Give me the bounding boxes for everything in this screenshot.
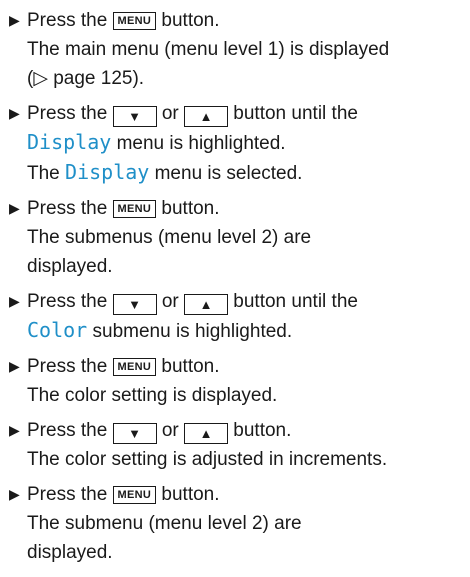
down-arrow-key-icon: ▼ bbox=[112, 423, 157, 444]
bullet-arrow-icon: ▶ bbox=[9, 105, 20, 121]
step-text: Press the bbox=[27, 420, 108, 441]
result-text: displayed. bbox=[27, 256, 113, 277]
down-arrow-key-icon: ▼ bbox=[112, 294, 157, 315]
step-text: button until the bbox=[233, 291, 358, 312]
result-text: The submenus (menu level 2) are bbox=[27, 227, 312, 248]
bullet-arrow-icon: ▶ bbox=[9, 12, 20, 28]
step-text: Press the bbox=[27, 356, 108, 377]
bullet-arrow-icon: ▶ bbox=[9, 293, 20, 309]
up-arrow-key-icon: ▲ bbox=[184, 106, 229, 127]
step-text: Press the bbox=[27, 198, 108, 219]
up-arrow-key-icon: ▲ bbox=[184, 294, 229, 315]
instruction-list: ▶ Press the MENU button. The main menu (… bbox=[0, 0, 470, 567]
step-5: ▶ Press the MENU button. The color setti… bbox=[9, 352, 462, 410]
step-2: ▶ Press the ▼ or ▲ button until the Disp… bbox=[9, 99, 462, 188]
step-text: button. bbox=[233, 420, 292, 441]
step-text: or bbox=[161, 420, 179, 441]
result-text: displayed. bbox=[27, 542, 113, 563]
step-text: button. bbox=[161, 484, 220, 505]
result-text: menu is selected. bbox=[154, 163, 303, 184]
result-text: The bbox=[27, 163, 60, 184]
step-text: Press the bbox=[27, 103, 108, 124]
step-text: menu is highlighted. bbox=[116, 133, 286, 154]
step-7: ▶ Press the MENU button. The submenu (me… bbox=[9, 480, 462, 567]
step-6: ▶ Press the ▼ or ▲ button. The color set… bbox=[9, 416, 462, 474]
down-arrow-key-icon: ▼ bbox=[112, 106, 157, 127]
up-arrow-key-icon: ▲ bbox=[184, 423, 229, 444]
step-text: button until the bbox=[233, 103, 358, 124]
step-3: ▶ Press the MENU button. The submenus (m… bbox=[9, 194, 462, 281]
menu-key-icon: MENU bbox=[112, 486, 157, 504]
menu-name-display: Display bbox=[27, 130, 112, 154]
step-text: Press the bbox=[27, 484, 108, 505]
step-text: or bbox=[161, 103, 179, 124]
step-text: submenu is highlighted. bbox=[92, 321, 293, 342]
result-text: The color setting is adjusted in increme… bbox=[27, 449, 388, 470]
bullet-arrow-icon: ▶ bbox=[9, 486, 20, 502]
bullet-arrow-icon: ▶ bbox=[9, 200, 20, 216]
bullet-arrow-icon: ▶ bbox=[9, 358, 20, 374]
step-text: Press the bbox=[27, 10, 108, 31]
step-text: button. bbox=[161, 356, 220, 377]
step-text: button. bbox=[161, 10, 220, 31]
menu-name-display: Display bbox=[65, 160, 150, 184]
step-text: button. bbox=[161, 198, 220, 219]
menu-key-icon: MENU bbox=[112, 200, 157, 218]
result-text: The color setting is displayed. bbox=[27, 385, 278, 406]
step-1: ▶ Press the MENU button. The main menu (… bbox=[9, 6, 462, 93]
menu-key-icon: MENU bbox=[112, 12, 157, 30]
page-reference: (▷ page 125). bbox=[27, 68, 145, 89]
menu-key-icon: MENU bbox=[112, 358, 157, 376]
bullet-arrow-icon: ▶ bbox=[9, 422, 20, 438]
step-text: or bbox=[161, 291, 179, 312]
menu-name-color: Color bbox=[27, 318, 88, 342]
result-text: The submenu (menu level 2) are bbox=[27, 513, 302, 534]
step-text: Press the bbox=[27, 291, 108, 312]
step-4: ▶ Press the ▼ or ▲ button until the Colo… bbox=[9, 287, 462, 346]
result-text: The main menu (menu level 1) is displaye… bbox=[27, 39, 390, 60]
